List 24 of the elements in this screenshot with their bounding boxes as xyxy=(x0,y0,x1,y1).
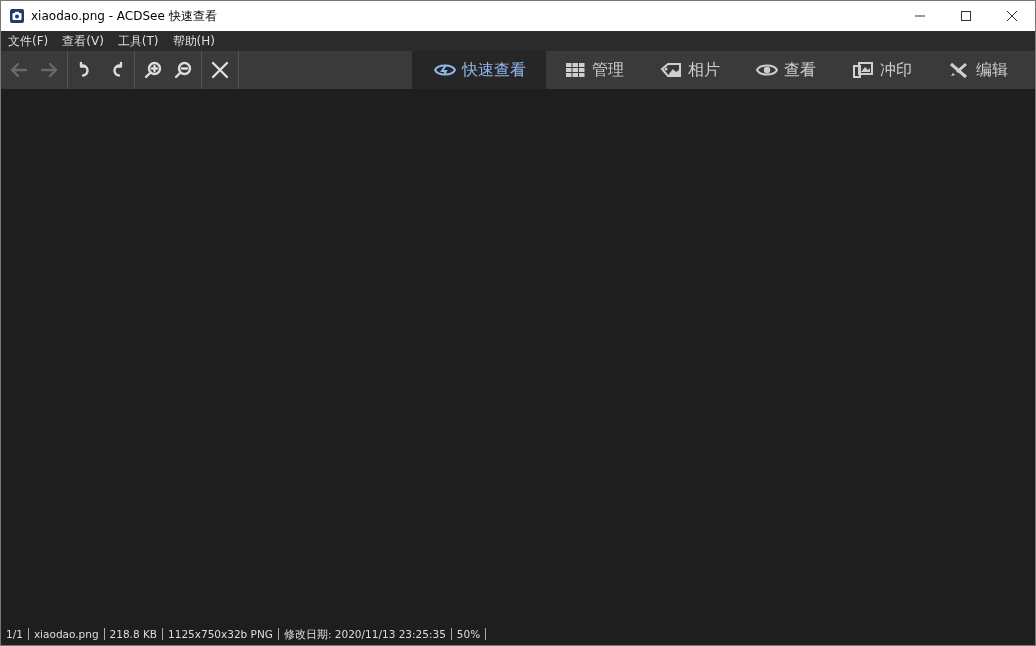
maximize-icon xyxy=(960,10,972,22)
arrow-right-icon xyxy=(39,60,59,80)
photo-tag-icon xyxy=(660,61,682,79)
status-text: 1125x750x32b PNG xyxy=(163,628,279,640)
pictures-icon xyxy=(852,61,874,79)
close-icon xyxy=(210,60,230,80)
status-text: 1/1 xyxy=(1,628,29,640)
status-text: 218.8 KB xyxy=(104,628,164,640)
status-text: 50% xyxy=(451,628,487,640)
grid-icon xyxy=(564,61,586,79)
arrow-left-icon xyxy=(9,60,29,80)
status-text: xiaodao.png xyxy=(28,628,105,640)
zoom-out-icon xyxy=(173,60,193,80)
menu-item[interactable]: 查看(V) xyxy=(55,32,111,50)
menu-item[interactable]: 文件(F) xyxy=(1,32,56,50)
window-title: xiaodao.png - ACDSee 快速查看 xyxy=(31,7,217,25)
camera-app-icon xyxy=(9,8,25,24)
close-icon xyxy=(1006,10,1018,22)
zoom-in-icon xyxy=(143,60,163,80)
menu-item[interactable]: 帮助(H) xyxy=(165,32,222,50)
menu-item[interactable]: 工具(T) xyxy=(110,32,166,50)
mode-tab[interactable]: 快速查看 xyxy=(414,51,546,89)
tools-icon xyxy=(948,61,970,79)
status-text: 修改日期: 2020/11/13 23:25:35 xyxy=(278,628,452,640)
